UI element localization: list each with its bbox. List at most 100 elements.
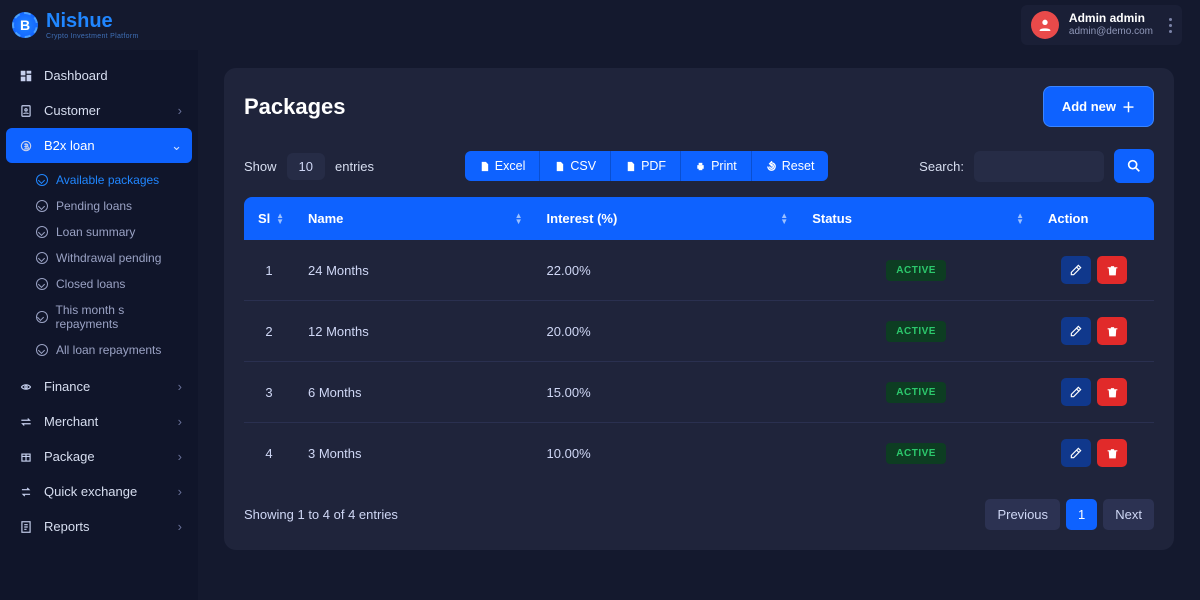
export-excel-button[interactable]: Excel xyxy=(465,151,541,181)
search-button[interactable] xyxy=(1114,149,1154,183)
edit-button[interactable] xyxy=(1061,317,1091,345)
reset-button[interactable]: Reset xyxy=(752,151,829,181)
export-buttons: Excel CSV PDF Print Reset xyxy=(465,151,829,181)
col-label: Action xyxy=(1048,211,1088,226)
col-label: Name xyxy=(308,211,343,226)
delete-button[interactable] xyxy=(1097,378,1127,406)
bullet-icon xyxy=(36,278,48,290)
reset-icon xyxy=(766,161,777,172)
add-new-button[interactable]: Add new ＋ xyxy=(1043,86,1154,127)
sidebar-item-package[interactable]: Package › xyxy=(6,439,192,474)
sidebar-item-merchant[interactable]: Merchant › xyxy=(6,404,192,439)
table-footer: Showing 1 to 4 of 4 entries Previous 1 N… xyxy=(244,499,1154,530)
bullet-icon xyxy=(36,226,48,238)
print-button[interactable]: Print xyxy=(681,151,752,181)
delete-button[interactable] xyxy=(1097,317,1127,345)
table-row: 212 Months20.00%ACTIVE xyxy=(244,301,1154,362)
card-header: Packages Add new ＋ xyxy=(244,86,1154,127)
export-pdf-button[interactable]: PDF xyxy=(611,151,681,181)
chevron-down-icon: ⌄ xyxy=(171,138,182,154)
col-status[interactable]: Status▲▼ xyxy=(798,197,1034,240)
edit-icon xyxy=(1069,263,1083,277)
col-label: Interest (%) xyxy=(547,211,618,226)
add-new-label: Add new xyxy=(1062,99,1116,114)
submenu-loan-summary[interactable]: Loan summary xyxy=(6,219,192,245)
b2x-submenu: Available packages Pending loans Loan su… xyxy=(6,163,192,369)
col-interest[interactable]: Interest (%)▲▼ xyxy=(533,197,799,240)
col-sl[interactable]: Sl▲▼ xyxy=(244,197,294,240)
cell-sl: 4 xyxy=(244,423,294,484)
delete-button[interactable] xyxy=(1097,256,1127,284)
avatar xyxy=(1031,11,1059,39)
plus-icon: ＋ xyxy=(1122,97,1135,116)
packages-card: Packages Add new ＋ Show 10 entries Excel… xyxy=(224,68,1174,550)
pager-next[interactable]: Next xyxy=(1103,499,1154,530)
export-label: Excel xyxy=(495,159,526,173)
page-length-control: Show 10 entries xyxy=(244,153,374,180)
pager-previous[interactable]: Previous xyxy=(985,499,1060,530)
export-label: PDF xyxy=(641,159,666,173)
edit-icon xyxy=(1069,324,1083,338)
export-csv-button[interactable]: CSV xyxy=(540,151,611,181)
submenu-withdrawal-pending[interactable]: Withdrawal pending xyxy=(6,245,192,271)
sidebar-item-label: Package xyxy=(44,449,95,464)
submenu-label: Loan summary xyxy=(56,225,135,239)
submenu-label: Closed loans xyxy=(56,277,125,291)
chevron-right-icon: › xyxy=(178,484,182,499)
submenu-all-loan-repayments[interactable]: All loan repayments xyxy=(6,337,192,363)
submenu-label: This month s repayments xyxy=(56,303,184,331)
table-row: 124 Months22.00%ACTIVE xyxy=(244,240,1154,301)
chevron-right-icon: › xyxy=(178,449,182,464)
brand-text: Nishue Crypto Investment Platform xyxy=(46,11,139,40)
loan-icon xyxy=(18,139,34,153)
submenu-available-packages[interactable]: Available packages xyxy=(6,167,192,193)
pagination: Previous 1 Next xyxy=(985,499,1154,530)
sidebar-item-reports[interactable]: Reports › xyxy=(6,509,192,544)
edit-button[interactable] xyxy=(1061,256,1091,284)
col-name[interactable]: Name▲▼ xyxy=(294,197,533,240)
status-badge: ACTIVE xyxy=(886,321,946,342)
cell-status: ACTIVE xyxy=(798,362,1034,423)
kebab-icon[interactable] xyxy=(1163,18,1172,33)
sidebar-item-quick-exchange[interactable]: Quick exchange › xyxy=(6,474,192,509)
chevron-right-icon: › xyxy=(178,414,182,429)
page-length-select[interactable]: 10 xyxy=(287,153,325,180)
page-title: Packages xyxy=(244,94,346,120)
brand-logo[interactable]: B Nishue Crypto Investment Platform xyxy=(12,11,139,40)
cell-name: 3 Months xyxy=(294,423,533,484)
sidebar-item-b2x-loan[interactable]: B2x loan ⌄ xyxy=(6,128,192,163)
edit-button[interactable] xyxy=(1061,439,1091,467)
cell-interest: 10.00% xyxy=(533,423,799,484)
swap-icon xyxy=(18,485,34,499)
pager-page-1[interactable]: 1 xyxy=(1066,499,1097,530)
customer-icon xyxy=(18,104,34,118)
edit-button[interactable] xyxy=(1061,378,1091,406)
cell-action xyxy=(1034,301,1154,362)
export-label: Print xyxy=(711,159,737,173)
search-input[interactable] xyxy=(974,151,1104,182)
submenu-closed-loans[interactable]: Closed loans xyxy=(6,271,192,297)
user-menu[interactable]: Admin admin admin@demo.com xyxy=(1021,5,1182,45)
sidebar-item-dashboard[interactable]: Dashboard xyxy=(6,58,192,93)
delete-button[interactable] xyxy=(1097,439,1127,467)
cell-action xyxy=(1034,423,1154,484)
chevron-right-icon: › xyxy=(178,103,182,118)
submenu-pending-loans[interactable]: Pending loans xyxy=(6,193,192,219)
trash-icon xyxy=(1106,386,1119,399)
sidebar-item-finance[interactable]: Finance › xyxy=(6,369,192,404)
submenu-this-month-repayments[interactable]: This month s repayments xyxy=(6,297,192,337)
dashboard-icon xyxy=(18,69,34,83)
status-badge: ACTIVE xyxy=(886,260,946,281)
chevron-right-icon: › xyxy=(178,519,182,534)
submenu-label: Pending loans xyxy=(56,199,132,213)
sidebar-item-label: Customer xyxy=(44,103,100,118)
sidebar-item-label: Merchant xyxy=(44,414,98,429)
export-label: Reset xyxy=(782,159,815,173)
chevron-right-icon: › xyxy=(178,379,182,394)
report-icon xyxy=(18,520,34,534)
brand-name: Nishue xyxy=(46,11,139,31)
sidebar-item-customer[interactable]: Customer › xyxy=(6,93,192,128)
cell-status: ACTIVE xyxy=(798,301,1034,362)
cell-name: 6 Months xyxy=(294,362,533,423)
bullet-icon xyxy=(36,200,48,212)
